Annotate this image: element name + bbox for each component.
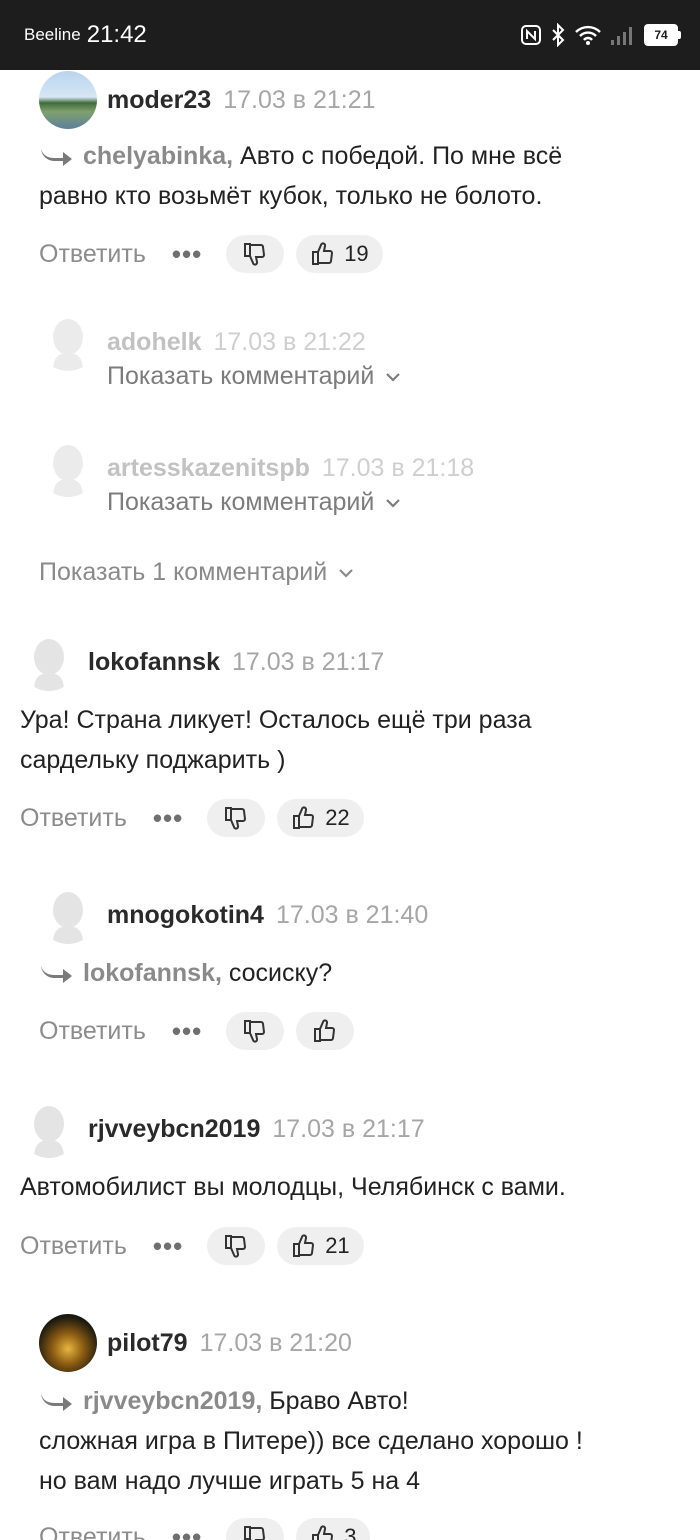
comment: mnogokotin4 17.03 в 21:40 lokofannsk, со… <box>0 885 700 1065</box>
avatar-placeholder <box>39 439 97 497</box>
more-icon[interactable]: ••• <box>172 241 202 267</box>
chevron-down-icon <box>386 372 401 382</box>
username[interactable]: artesskazenitspb <box>107 454 310 483</box>
reply-button[interactable]: Ответить <box>39 1523 146 1540</box>
username[interactable]: adohelk <box>107 328 201 357</box>
like-button[interactable]: 22 <box>277 799 364 837</box>
username[interactable]: moder23 <box>107 86 211 115</box>
user-placeholder-icon <box>34 639 64 691</box>
avatar[interactable] <box>39 71 97 129</box>
comment-date: 17.03 в 21:21 <box>223 85 376 114</box>
reply-to-user[interactable]: chelyabinka, <box>83 142 233 170</box>
comment: lokofannsk 17.03 в 21:17 Ура! Страна лик… <box>0 632 700 842</box>
reply-arrow-icon <box>41 1394 72 1411</box>
dislike-button[interactable] <box>226 1012 285 1050</box>
reply-button[interactable]: Ответить <box>39 240 146 269</box>
thumbs-down-icon <box>225 1235 247 1258</box>
carrier-name: Beeline <box>24 25 81 44</box>
user-placeholder-icon <box>34 1106 64 1158</box>
thumbs-down-icon <box>244 243 266 266</box>
reply-button[interactable]: Ответить <box>39 1017 146 1046</box>
comment-text: Автомобилист вы молодцы, Челябинск с вам… <box>20 1173 566 1201</box>
user-placeholder-icon <box>53 892 83 944</box>
comment-text: Ура! Страна ликует! Осталось ещё три раз… <box>20 706 532 774</box>
like-button[interactable] <box>296 1012 355 1050</box>
comment-date: 17.03 в 21:40 <box>275 900 429 929</box>
thumbs-down-icon <box>244 1020 266 1043</box>
comment-date: 17.03 в 21:17 <box>272 1114 425 1143</box>
like-count: 22 <box>325 805 350 830</box>
more-icon[interactable]: ••• <box>153 1233 183 1259</box>
dislike-button[interactable] <box>207 799 266 837</box>
comment-text: lokofannsk, сосиску? <box>39 953 679 993</box>
clock: 21:42 <box>86 21 147 48</box>
avatar-placeholder[interactable] <box>20 1100 78 1158</box>
comment-date: 17.03 в 21:18 <box>321 453 475 482</box>
thumbs-up-icon <box>312 1525 334 1540</box>
more-icon[interactable]: ••• <box>153 805 183 831</box>
comment-text: chelyabinka, Авто с победой. По мне всё … <box>39 136 679 216</box>
wifi-icon <box>575 25 601 45</box>
avatar-placeholder[interactable] <box>20 633 78 691</box>
status-bar: Beeline 21:42 74 <box>0 0 700 70</box>
like-button[interactable]: 19 <box>296 235 383 273</box>
nfc-icon <box>521 25 541 45</box>
hidden-comment: adohelk 17.03 в 21:22 Показать комментар… <box>0 312 700 412</box>
show-comment-label: Показать комментарий <box>107 362 375 390</box>
comment-date: 17.03 в 21:22 <box>213 327 366 356</box>
like-button[interactable]: 3 <box>296 1518 371 1540</box>
like-count: 3 <box>344 1524 357 1540</box>
reply-arrow-icon <box>41 966 72 983</box>
chevron-down-icon <box>386 498 401 508</box>
user-placeholder-icon <box>53 445 83 497</box>
avatar-placeholder[interactable] <box>39 886 97 944</box>
thumbs-up-icon <box>314 1019 336 1042</box>
dislike-button[interactable] <box>226 235 285 273</box>
thumbs-down-icon <box>225 807 247 830</box>
username[interactable]: rjvveybcn2019 <box>88 1115 260 1144</box>
username[interactable]: lokofannsk <box>88 648 220 677</box>
show-more-replies-button[interactable]: Показать 1 комментарий <box>39 558 355 587</box>
hidden-comment: artesskazenitspb 17.03 в 21:18 Показать … <box>0 438 700 538</box>
reply-button[interactable]: Ответить <box>20 804 127 833</box>
signal-icon <box>611 27 632 45</box>
username[interactable]: pilot79 <box>107 1329 188 1358</box>
like-count: 21 <box>325 1233 350 1258</box>
battery-icon: 74 <box>644 24 681 46</box>
thumbs-up-icon <box>293 1234 315 1257</box>
like-button[interactable]: 21 <box>277 1227 364 1265</box>
more-icon[interactable]: ••• <box>172 1018 202 1044</box>
reply-to-user[interactable]: rjvveybcn2019, <box>83 1387 262 1415</box>
reply-to-user[interactable]: lokofannsk, <box>83 959 222 987</box>
show-more-label: Показать 1 комментарий <box>39 558 328 586</box>
avatar[interactable] <box>39 1314 97 1372</box>
reply-arrow-icon <box>41 149 72 166</box>
thumbs-up-icon <box>293 806 315 829</box>
comment-text: rjvveybcn2019, Браво Авто! сложная игра … <box>39 1381 689 1501</box>
chevron-down-icon <box>339 568 353 578</box>
like-count: 19 <box>344 241 369 266</box>
bluetooth-icon <box>552 23 565 47</box>
comment-body: сосиску? <box>228 959 333 987</box>
comment: rjvveybcn2019 17.03 в 21:17 Автомобилист… <box>0 1099 700 1279</box>
show-comment-label: Показать комментарий <box>107 488 375 516</box>
username[interactable]: mnogokotin4 <box>107 901 264 930</box>
user-placeholder-icon <box>53 319 83 371</box>
dislike-button[interactable] <box>226 1518 285 1540</box>
dislike-button[interactable] <box>207 1227 266 1265</box>
show-comment-button[interactable]: Показать комментарий <box>107 362 402 391</box>
thumbs-down-icon <box>244 1526 266 1540</box>
thumbs-up-icon <box>312 242 334 265</box>
reply-button[interactable]: Ответить <box>20 1232 127 1261</box>
status-icons: 74 <box>520 23 681 47</box>
comment: moder23 17.03 в 21:21 chelyabinka, Авто … <box>0 70 700 280</box>
comment: pilot79 17.03 в 21:20 rjvveybcn2019, Бра… <box>0 1313 700 1540</box>
avatar-placeholder <box>39 313 97 371</box>
show-comment-button[interactable]: Показать комментарий <box>107 488 402 517</box>
comment-date: 17.03 в 21:20 <box>199 1328 352 1357</box>
comment-date: 17.03 в 21:17 <box>231 647 385 676</box>
more-icon[interactable]: ••• <box>172 1524 202 1540</box>
